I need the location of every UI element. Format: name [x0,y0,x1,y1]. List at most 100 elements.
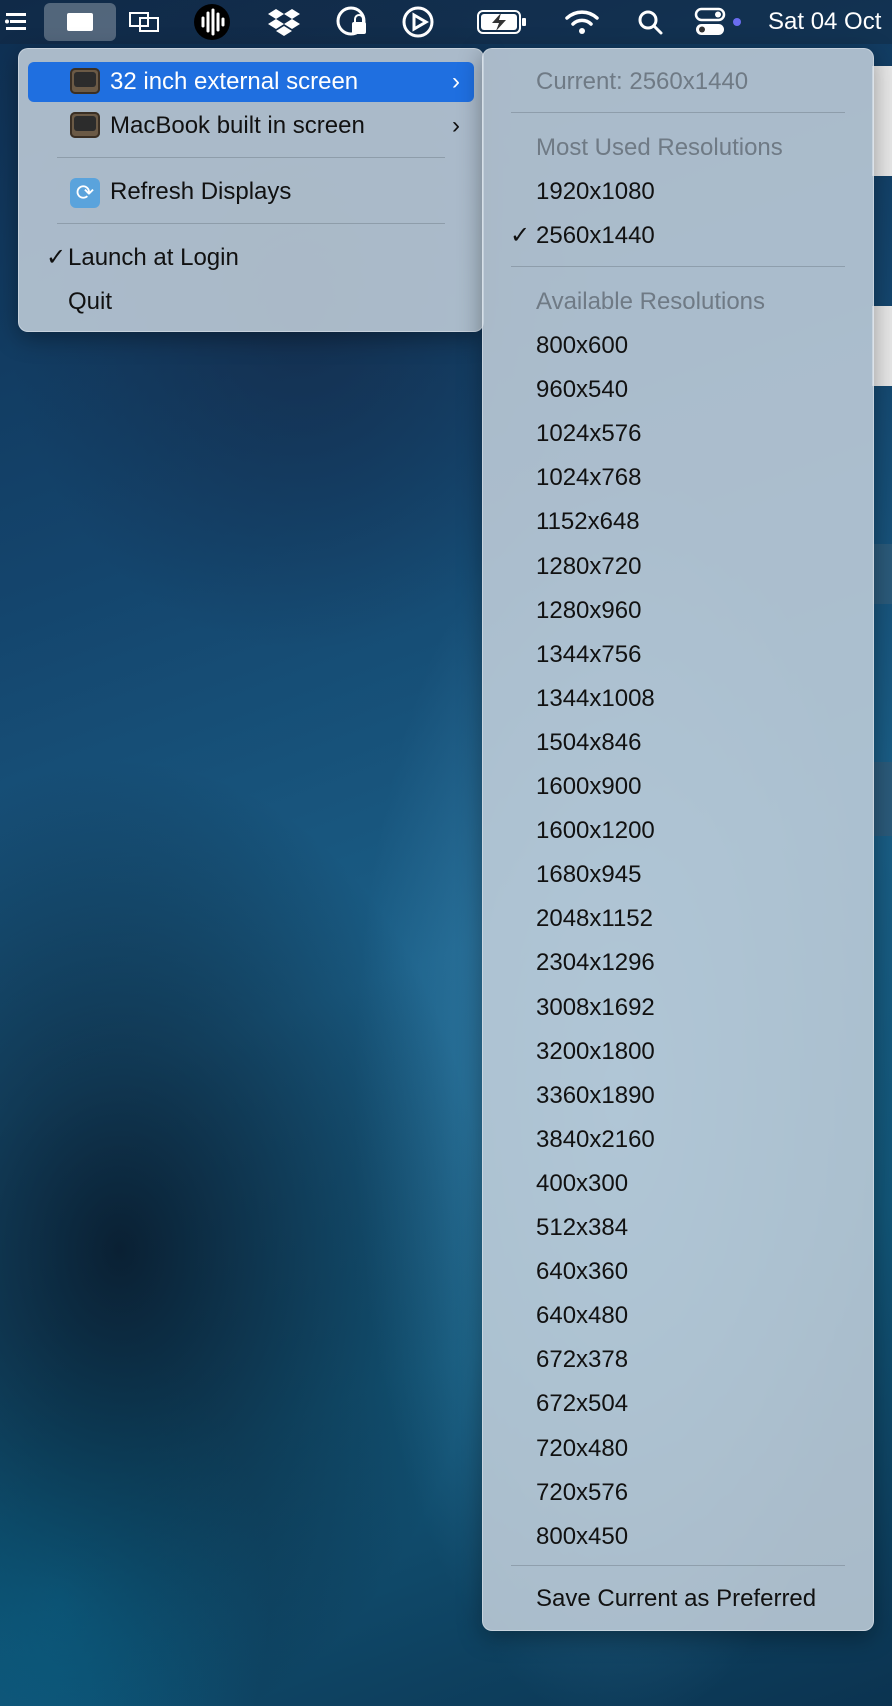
resolution-item[interactable]: 1344x756 [492,635,864,675]
background-window [872,66,892,176]
resolution-label: 3840x2160 [536,1125,655,1153]
dropbox-icon[interactable] [264,0,304,44]
resolution-item[interactable]: 2048x1152 [492,899,864,939]
resolution-label: 640x360 [536,1258,629,1286]
resolution-item[interactable]: 1504x846 [492,723,864,763]
resolution-item[interactable]: ✓ 2560x1440 [492,216,864,256]
play-circle-icon[interactable] [398,0,438,44]
menu-item-label: 32 inch external screen [110,68,359,95]
wifi-icon[interactable] [562,0,602,44]
indicator-dot-icon [730,0,744,44]
resolution-label: 720x576 [536,1478,629,1506]
resolution-label: 960x540 [536,376,629,404]
resolution-label: 672x504 [536,1390,629,1418]
resolution-item[interactable]: 672x504 [492,1384,864,1424]
audio-waveform-icon[interactable] [192,0,232,44]
checkmark-icon: ✓ [46,244,67,271]
menu-separator [511,266,845,267]
quit-item[interactable]: Quit [28,282,474,322]
resolution-item[interactable]: 3008x1692 [492,988,864,1028]
resolution-label: 1344x1008 [536,684,655,712]
current-resolution-text: Current: 2560x1440 [536,68,749,95]
checkmark-icon: ✓ [510,222,531,249]
resolution-label: 1280x720 [536,552,642,580]
list-menu-icon[interactable] [2,0,32,44]
resolution-item[interactable]: 3840x2160 [492,1120,864,1160]
chevron-right-icon: › [452,112,460,139]
resolution-label: 1600x900 [536,773,642,800]
section-header: Most Used Resolutions [536,134,783,161]
menu-item-builtin-screen[interactable]: MacBook built in screen › [28,106,474,146]
resolution-item[interactable]: 720x480 [492,1429,864,1469]
background-window [872,306,892,386]
vpn-lock-icon[interactable] [332,0,372,44]
menu-separator [511,1565,845,1566]
resolution-label: 672x378 [536,1346,629,1374]
save-preferred-item[interactable]: Save Current as Preferred [492,1579,864,1619]
menubar-date[interactable]: Sat 04 Oct [768,0,881,44]
battery-charging-icon[interactable] [474,0,530,44]
background-window [872,762,892,836]
tv-icon [70,68,102,96]
displays-menu: 32 inch external screen › MacBook built … [18,48,484,332]
resolution-item[interactable]: 640x360 [492,1252,864,1292]
resolution-item[interactable]: 1680x945 [492,855,864,895]
resolution-item[interactable]: 960x540 [492,370,864,410]
chevron-right-icon: › [452,68,460,95]
menu-separator [57,223,445,224]
resolution-label: 2304x1296 [536,949,655,977]
resolution-label: 1024x768 [536,464,642,492]
refresh-icon: ⟳ [70,178,102,208]
resolution-label: 400x300 [536,1169,629,1197]
resolution-item[interactable]: 400x300 [492,1164,864,1204]
menu-bar: Sat 04 Oct [0,0,892,44]
menu-item-label: MacBook built in screen [110,112,365,139]
menu-item-external-screen[interactable]: 32 inch external screen › [28,62,474,102]
resolution-item[interactable]: 1600x900 [492,767,864,807]
resolution-item[interactable]: 672x378 [492,1340,864,1380]
resolution-label: 800x450 [536,1522,629,1550]
resolution-item[interactable]: 1024x576 [492,414,864,454]
menu-item-label: Launch at Login [68,244,239,271]
available-header: Available Resolutions [492,282,864,322]
menu-separator [57,157,445,158]
resolution-item[interactable]: 2304x1296 [492,943,864,983]
resolution-item[interactable]: 1920x1080 [492,172,864,212]
resolution-label: 2560x1440 [536,222,655,249]
resolution-item[interactable]: 3200x1800 [492,1032,864,1072]
search-icon[interactable] [632,0,668,44]
resolution-item[interactable]: 1024x768 [492,458,864,498]
resolution-label: 640x480 [536,1302,629,1330]
resolution-item[interactable]: 1344x1008 [492,679,864,719]
resolution-item[interactable]: 800x450 [492,1517,864,1557]
launch-at-login-item[interactable]: ✓ Launch at Login [28,238,474,278]
resolution-label: 1504x846 [536,728,642,756]
resolution-label: 720x480 [536,1434,629,1462]
resolution-label: 2048x1152 [536,905,653,933]
section-header: Available Resolutions [536,288,766,315]
resolution-item[interactable]: 3360x1890 [492,1076,864,1116]
resolution-item[interactable]: 1600x1200 [492,811,864,851]
resolution-label: 1344x756 [536,640,642,668]
display-icon[interactable] [44,3,116,41]
most-used-header: Most Used Resolutions [492,128,864,168]
control-center-icon[interactable] [690,0,730,44]
resolution-label: 512x384 [536,1214,629,1241]
resolution-label: 3008x1692 [536,993,655,1021]
resolution-label: 1152x648 [536,508,640,536]
tv-icon [70,112,102,140]
resolution-item[interactable]: 512x384 [492,1208,864,1248]
refresh-displays-item[interactable]: ⟳ Refresh Displays [28,172,474,212]
resolution-label: 3200x1800 [536,1037,655,1065]
resolution-item[interactable]: 640x480 [492,1296,864,1336]
resolution-item[interactable]: 800x600 [492,326,864,366]
resolution-item[interactable]: 1152x648 [492,502,864,542]
resolution-item[interactable]: 1280x720 [492,547,864,587]
resolution-label: 1600x1200 [536,817,655,845]
background-window [872,544,892,604]
resolution-item[interactable]: 1280x960 [492,591,864,631]
menu-separator [511,112,845,113]
resolution-label: 1024x576 [536,420,642,448]
screens-icon[interactable] [126,0,162,44]
resolution-item[interactable]: 720x576 [492,1473,864,1513]
